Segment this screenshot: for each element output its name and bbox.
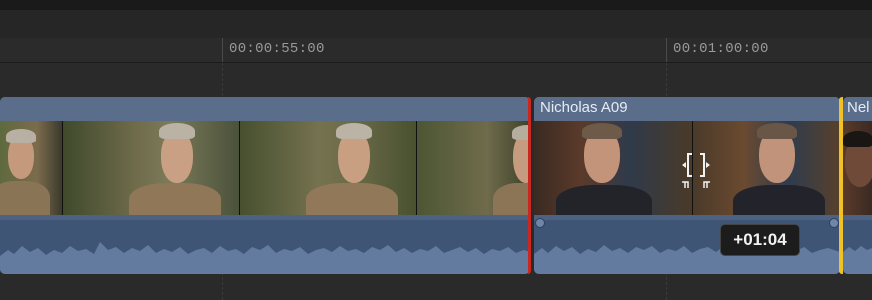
clip-title: Nel — [843, 97, 872, 121]
toolbar-area — [0, 10, 872, 39]
empty-track-area — [0, 63, 872, 97]
filmstrip-frame — [843, 121, 872, 215]
filmstrip-frame — [693, 121, 839, 215]
audio-waveform — [843, 220, 872, 274]
timeline-ruler[interactable]: 00:00:55:00 00:01:00:00 — [0, 38, 872, 63]
clip-filmstrip — [0, 121, 530, 215]
audio-waveform — [0, 220, 530, 274]
audio-fade-handle[interactable] — [829, 218, 839, 228]
timeline-clip[interactable] — [0, 97, 530, 274]
filmstrip-frame — [0, 121, 63, 215]
ruler-tick — [666, 38, 667, 62]
timecode-label: 00:00:55:00 — [229, 41, 325, 57]
timeline-clip[interactable]: Nel — [843, 97, 872, 274]
clip-edge-selected-right[interactable] — [839, 97, 843, 274]
filmstrip-frame — [240, 121, 417, 215]
ruler-tick — [222, 38, 223, 62]
clip-filmstrip — [843, 121, 872, 215]
filmstrip-frame — [63, 121, 240, 215]
window-top-bar — [0, 0, 872, 10]
timecode-label: 00:01:00:00 — [673, 41, 769, 57]
clip-title — [0, 97, 530, 121]
clip-edge-selected-left[interactable] — [528, 97, 531, 274]
trim-cursor-icon — [679, 150, 713, 192]
clip-title: Nicholas A09 — [534, 97, 840, 121]
trim-delta-badge: +01:04 — [720, 224, 800, 256]
audio-fade-handle[interactable] — [535, 218, 545, 228]
filmstrip-frame — [534, 121, 693, 215]
filmstrip-frame — [417, 121, 530, 215]
